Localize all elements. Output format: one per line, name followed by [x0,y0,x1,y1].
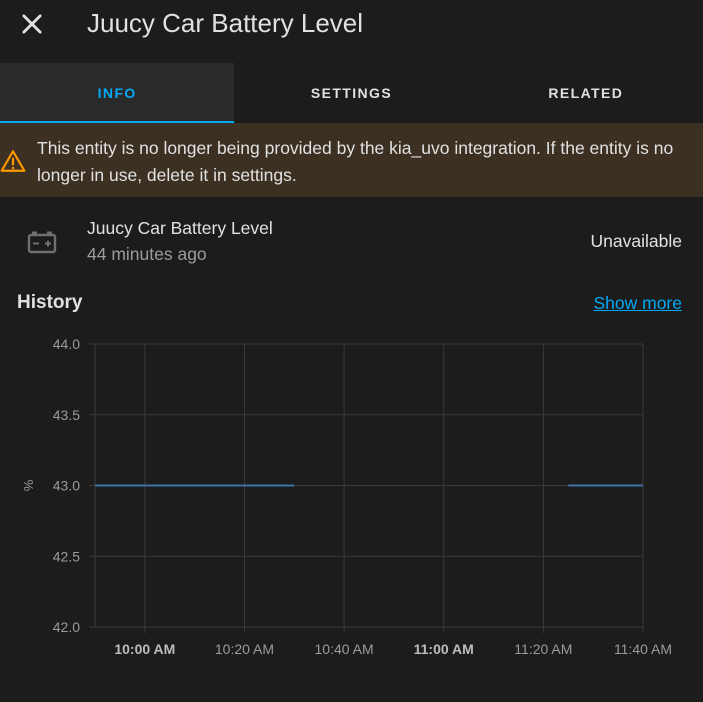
tab-related[interactable]: RELATED [469,63,703,123]
dialog-title: Juucy Car Battery Level [87,8,364,38]
warning-icon [0,150,26,172]
tab-info[interactable]: INFO [0,63,235,123]
entity-state: Unavailable [590,231,682,251]
y-tick-label: 43.5 [53,407,80,423]
entity-row[interactable]: Juucy Car Battery Level 44 minutes ago U… [0,210,703,274]
close-icon[interactable] [18,10,46,38]
y-tick-label: 43.0 [53,478,80,494]
warning-text: This entity is no longer being provided … [37,138,674,185]
y-axis-label: % [21,479,36,491]
y-tick-label: 42.5 [53,548,80,564]
y-tick-label: 42.0 [53,619,80,635]
x-tick-label: 10:40 AM [315,641,374,657]
history-chart: 44.0 43.5 43.0 42.5 42.0 10:00 AM 10:20 AM 10:4… [21,336,672,657]
x-tick-label: 10:00 AM [114,641,175,657]
entity-name: Juucy Car Battery Level [87,218,273,238]
battery-icon [27,231,57,254]
x-tick-label: 11:00 AM [414,641,474,657]
warning-banner: This entity is no longer being provided … [0,123,703,197]
entity-last-changed: 44 minutes ago [87,244,207,264]
x-tick-label: 11:40 AM [614,641,672,657]
y-tick-label: 44.0 [53,336,80,352]
tab-bar: INFO SETTINGS RELATED [0,63,703,123]
dialog-header: Juucy Car Battery Level [0,0,703,64]
history-title: History [17,292,83,313]
x-tick-label: 11:20 AM [514,641,572,657]
x-tick-label: 10:20 AM [215,641,274,657]
show-more-link[interactable]: Show more [593,293,682,314]
tab-settings[interactable]: SETTINGS [234,63,468,123]
